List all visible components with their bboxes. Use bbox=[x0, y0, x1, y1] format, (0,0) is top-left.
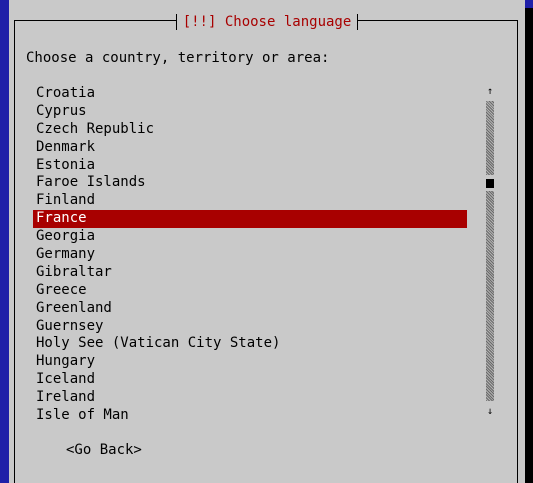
list-item[interactable]: Iceland bbox=[33, 371, 467, 389]
list-scrollbar[interactable]: ↑ ↓ bbox=[483, 85, 497, 425]
scroll-down-arrow-icon[interactable]: ↓ bbox=[483, 405, 497, 419]
list-item[interactable]: Gibraltar bbox=[33, 264, 467, 282]
list-item[interactable]: Estonia bbox=[33, 157, 467, 175]
scroll-thumb[interactable] bbox=[486, 179, 494, 188]
country-list[interactable]: Croatia Cyprus Czech Republic Denmark Estoni… bbox=[33, 85, 467, 425]
list-item[interactable]: Croatia bbox=[33, 85, 467, 103]
list-item[interactable]: Finland bbox=[33, 192, 467, 210]
scroll-track-upper[interactable] bbox=[486, 101, 494, 175]
list-item[interactable]: Germany bbox=[33, 246, 467, 264]
list-item[interactable]: Ireland bbox=[33, 389, 467, 407]
list-item-selected[interactable]: France bbox=[33, 210, 467, 229]
choose-language-dialog: [!!] Choose language Choose a country, t… bbox=[9, 0, 525, 483]
scroll-up-arrow-icon[interactable]: ↑ bbox=[483, 85, 497, 99]
list-item[interactable]: Hungary bbox=[33, 353, 467, 371]
list-item[interactable]: Greece bbox=[33, 282, 467, 300]
list-item[interactable]: Cyprus bbox=[33, 103, 467, 121]
list-item[interactable]: Holy See (Vatican City State) bbox=[33, 335, 467, 353]
list-item[interactable]: Greenland bbox=[33, 300, 467, 318]
list-item[interactable]: Czech Republic bbox=[33, 121, 467, 139]
list-item[interactable]: Georgia bbox=[33, 228, 467, 246]
list-item[interactable]: Isle of Man bbox=[33, 407, 467, 425]
list-item[interactable]: Faroe Islands bbox=[33, 174, 467, 192]
dialog-title: [!!] Choose language bbox=[175, 13, 359, 31]
dialog-title-bar: [!!] Choose language bbox=[9, 11, 525, 31]
go-back-button[interactable]: <Go Back> bbox=[66, 441, 142, 459]
list-item[interactable]: Denmark bbox=[33, 139, 467, 157]
installer-screen: [!!] Choose language Choose a country, t… bbox=[0, 0, 533, 483]
scroll-track-lower[interactable] bbox=[486, 191, 494, 401]
list-item[interactable]: Guernsey bbox=[33, 318, 467, 336]
dialog-prompt: Choose a country, territory or area: bbox=[26, 50, 330, 66]
dialog-shadow bbox=[525, 8, 533, 483]
